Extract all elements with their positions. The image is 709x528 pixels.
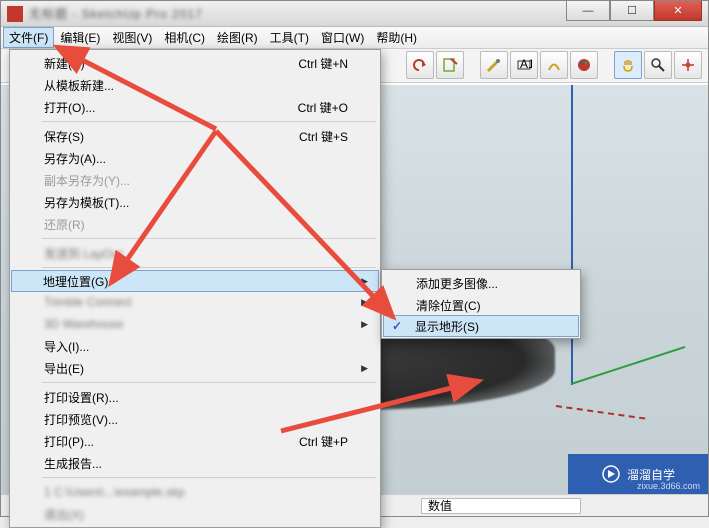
window-buttons: — ☐ ✕ [566, 1, 702, 21]
submenu-arrow-icon: ▶ [361, 363, 368, 374]
submenu-arrow-icon: ▶ [361, 297, 368, 308]
menu-item-label: 保存(S) [44, 128, 84, 145]
file-menu-item[interactable]: 1 C:\Users\...\example.skp [12, 481, 378, 503]
menu-item-label: 打印(P)... [44, 433, 94, 450]
axis-y [571, 346, 686, 385]
menu-separator [42, 267, 376, 268]
file-menu-item[interactable]: 打印预览(V)... [12, 408, 378, 430]
submenu-item[interactable]: ✓ 显示地形(S) [383, 315, 579, 337]
file-menu-item[interactable]: Trimble Connect ▶ [12, 291, 378, 313]
menu-item-label: 另存为(A)... [44, 150, 106, 167]
zoom-button[interactable] [644, 51, 672, 79]
maximize-button[interactable]: ☐ [610, 1, 654, 21]
menu-window[interactable]: 窗口(W) [315, 27, 370, 48]
file-menu-item[interactable]: 退出(X) [12, 503, 378, 525]
menu-item-label: 打印设置(R)... [44, 389, 119, 406]
text-button[interactable] [540, 51, 568, 79]
dimension-button[interactable]: A1 [510, 51, 538, 79]
menu-file[interactable]: 文件(F) [3, 27, 54, 48]
menu-item-label: 生成报告... [44, 455, 102, 472]
check-icon: ✓ [392, 319, 402, 333]
menu-draw[interactable]: 绘图(R) [211, 27, 264, 48]
menu-separator [42, 121, 376, 122]
menu-item-label: 另存为模板(T)... [44, 194, 129, 211]
menu-item-shortcut: Ctrl 键+S [299, 128, 348, 145]
file-menu-item: 还原(R) [12, 213, 378, 235]
app-window: 无标题 - SketchUp Pro 2017 — ☐ ✕ 文件(F) 编辑(E… [0, 0, 709, 517]
file-menu-item: 副本另存为(Y)... [12, 169, 378, 191]
menu-item-label: 新建(N) [44, 55, 85, 72]
file-menu-item[interactable]: 新建(N) Ctrl 键+N [12, 52, 378, 74]
submenu-item[interactable]: 清除位置(C) [384, 294, 578, 316]
menu-item-shortcut: Ctrl 键+P [299, 433, 348, 450]
menu-item-shortcut: Ctrl 键+N [298, 55, 348, 72]
menu-item-shortcut: Ctrl 键+O [298, 99, 348, 116]
submenu-item-label: 添加更多图像... [416, 275, 498, 292]
zoom-extents-button[interactable] [674, 51, 702, 79]
menu-item-label: 导出(E) [44, 360, 84, 377]
submenu-arrow-icon: ▶ [361, 276, 368, 287]
file-menu-item[interactable]: 打印设置(R)... [12, 386, 378, 408]
tape-button[interactable] [480, 51, 508, 79]
menu-item-label: Trimble Connect [44, 295, 132, 309]
menu-edit[interactable]: 编辑(E) [54, 27, 106, 48]
menu-item-label: 导入(I)... [44, 338, 89, 355]
value-control-box[interactable]: 数值 [421, 498, 581, 514]
file-menu-item[interactable]: 从模板新建... [12, 74, 378, 96]
menu-separator [42, 477, 376, 478]
menu-item-label: 从模板新建... [44, 77, 114, 94]
file-menu-item[interactable]: 发送到 LayOut [12, 242, 378, 264]
file-menu-item[interactable]: 打开(O)... Ctrl 键+O [12, 96, 378, 118]
file-menu-item[interactable]: 地理位置(G) ▶ [11, 270, 379, 292]
value-label: 数值 [422, 497, 458, 514]
menu-item-label: 3D Warehouse [44, 317, 124, 331]
file-menu-item[interactable]: 导出(E) ▶ [12, 357, 378, 379]
minimize-button[interactable]: — [566, 1, 610, 21]
file-menu-item[interactable]: 另存为(A)... [12, 147, 378, 169]
menu-item-label: 1 C:\Users\...\example.skp [44, 485, 185, 499]
menu-item-label: 退出(X) [44, 506, 84, 523]
titlebar: 无标题 - SketchUp Pro 2017 — ☐ ✕ [1, 1, 708, 27]
app-icon [7, 6, 23, 22]
file-menu-item[interactable]: 生成报告... [12, 452, 378, 474]
file-menu-item[interactable]: 3D Warehouse ▶ [12, 313, 378, 335]
submenu-item[interactable]: 添加更多图像... [384, 272, 578, 294]
menu-tools[interactable]: 工具(T) [264, 27, 315, 48]
menu-item-label: 打印预览(V)... [44, 411, 118, 428]
close-button[interactable]: ✕ [654, 1, 702, 21]
file-dropdown-menu: 新建(N) Ctrl 键+N 从模板新建... 打开(O)... Ctrl 键+O 保存(… [9, 49, 381, 528]
menu-item-label: 还原(R) [44, 216, 85, 233]
menu-view[interactable]: 视图(V) [106, 27, 158, 48]
file-menu-item[interactable]: 保存(S) Ctrl 键+S [12, 125, 378, 147]
axis-z [571, 85, 573, 385]
redo-button[interactable] [436, 51, 464, 79]
watermark-domain: zixue.3d66.com [637, 481, 700, 491]
submenu-arrow-icon: ▶ [361, 319, 368, 330]
window-title: 无标题 - SketchUp Pro 2017 [29, 5, 203, 22]
axis-x [556, 405, 645, 420]
watermark-brand: 溜溜自学 [627, 466, 675, 483]
pan-button[interactable] [614, 51, 642, 79]
submenu-item-label: 清除位置(C) [416, 297, 481, 314]
menubar: 文件(F) 编辑(E) 视图(V) 相机(C) 绘图(R) 工具(T) 窗口(W… [1, 27, 708, 49]
file-menu-item[interactable]: 打印(P)... Ctrl 键+P [12, 430, 378, 452]
menu-item-label: 地理位置(G) [43, 273, 108, 290]
menu-separator [42, 238, 376, 239]
watermark-badge: 溜溜自学 zixue.3d66.com [568, 454, 708, 494]
paint-button[interactable] [570, 51, 598, 79]
menu-item-label: 副本另存为(Y)... [44, 172, 130, 189]
menu-separator [42, 382, 376, 383]
undo-button[interactable] [406, 51, 434, 79]
menu-camera[interactable]: 相机(C) [158, 27, 211, 48]
menu-help[interactable]: 帮助(H) [370, 27, 423, 48]
geo-location-submenu: 添加更多图像... 清除位置(C) ✓ 显示地形(S) [381, 269, 581, 339]
file-menu-item[interactable]: 导入(I)... [12, 335, 378, 357]
menu-item-label: 打开(O)... [44, 99, 95, 116]
menu-item-label: 发送到 LayOut [44, 245, 122, 262]
svg-text:A1: A1 [520, 57, 532, 71]
submenu-item-label: 显示地形(S) [415, 318, 479, 335]
file-menu-item[interactable]: 另存为模板(T)... [12, 191, 378, 213]
